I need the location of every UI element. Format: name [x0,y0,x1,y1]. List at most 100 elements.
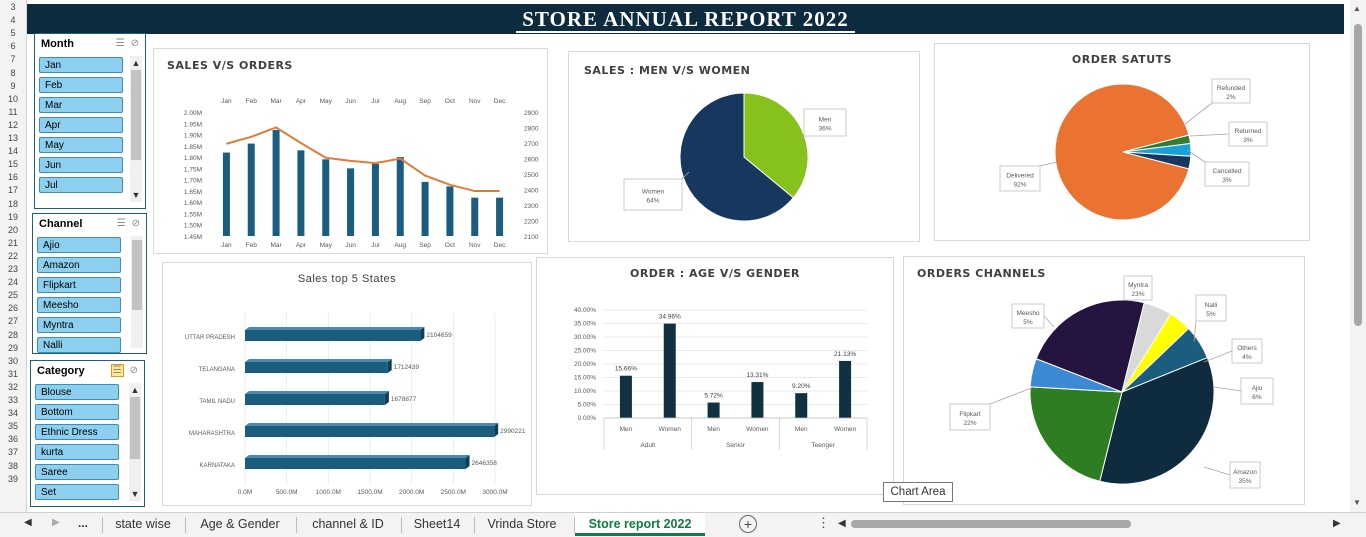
slicer-item-ethnic-dress[interactable]: Ethnic Dress [35,424,119,440]
channel-slicer[interactable]: Channel ☰ ⊘ Ajio Amazon Flipkart Meesho Myntr… [32,213,147,354]
hscroll-left-icon[interactable]: ◀ [838,518,846,529]
slicer-item-nalli[interactable]: Nalli [37,337,121,353]
row-number[interactable]: 20 [0,225,26,235]
scroll-down-icon[interactable]: ▼ [129,489,141,499]
horizontal-scrollbar-thumb[interactable] [851,520,1131,528]
refunded-label: Refunded [1217,85,1246,92]
row-number[interactable]: 29 [0,343,26,353]
row-number[interactable]: 21 [0,238,26,248]
category-slicer-scrollbar[interactable]: ▲ ▼ [129,383,141,501]
row-number[interactable]: 35 [0,421,26,431]
row-number[interactable]: 4 [0,15,26,25]
sheet-tab-state-wise[interactable]: state wise [103,513,183,535]
row-number[interactable]: 9 [0,81,26,91]
row-number[interactable]: 28 [0,330,26,340]
row-number[interactable]: 25 [0,290,26,300]
row-number[interactable]: 37 [0,447,26,457]
sheet-vertical-scrollbar[interactable]: ▲ ▼ [1350,0,1366,512]
row-number[interactable]: 10 [0,94,26,104]
sheet-tab-age-gender[interactable]: Age & Gender [186,513,294,535]
sheet-tab-channel-id[interactable]: channel & ID [297,513,399,535]
sales-gender-chart[interactable]: SALES : MEN V/S WOMEN Men 36% Women 64% [568,51,920,242]
x-axis-tick: 2500.0M [441,489,466,496]
sales-orders-chart[interactable]: SALES V/S ORDERS 2.00M 1.95M 1.90M 1.85M 1.8… [153,48,548,254]
row-number[interactable]: 11 [0,107,26,117]
tab-scroll-left-icon[interactable]: ◀ [24,517,32,528]
row-number[interactable]: 16 [0,172,26,182]
row-number[interactable]: 38 [0,461,26,471]
orders-channels-chart[interactable]: ORDERS CHANNELS Amazon 35% Flipkart 22% Mees… [903,256,1305,505]
sheet-tab-sheet14[interactable]: Sheet14 [402,513,472,535]
women-label: Women [642,189,665,196]
add-sheet-icon[interactable]: + [739,515,757,533]
row-number[interactable]: 15 [0,159,26,169]
age-gender-chart[interactable]: ORDER : AGE V/S GENDER 40.00% 35.00% 30.00… [536,257,894,495]
row-number[interactable]: 34 [0,408,26,418]
channel-slicer-scrollbar[interactable] [131,236,143,348]
scroll-up-icon[interactable]: ▲ [129,385,141,395]
row-number[interactable]: 5 [0,28,26,38]
category-slicer[interactable]: Category ☰ ⊘ Blouse Bottom Ethnic Dress kurt… [30,360,145,507]
row-number[interactable]: 22 [0,251,26,261]
slicer-item-set[interactable]: Set [35,484,119,500]
row-number[interactable]: 32 [0,382,26,392]
slicer-item-feb[interactable]: Feb [39,77,123,93]
multi-select-icon[interactable]: ☰ [117,218,126,229]
row-number[interactable]: 31 [0,369,26,379]
row-number[interactable]: 36 [0,434,26,444]
tab-overflow[interactable]: ... [78,516,88,530]
clear-filter-icon[interactable]: ⊘ [131,38,139,49]
row-number[interactable]: 23 [0,264,26,274]
row-number[interactable]: 19 [0,212,26,222]
slicer-item-ajio[interactable]: Ajio [37,237,121,253]
more-options-icon[interactable]: ⋮ [817,515,830,531]
row-number[interactable]: 30 [0,356,26,366]
order-status-chart[interactable]: ORDER SATUTS Refunded 2% Returned 3% Cancell… [934,43,1310,241]
slicer-item-jan[interactable]: Jan [39,57,123,73]
slicer-item-meesho[interactable]: Meesho [37,297,121,313]
scroll-up-icon[interactable]: ▲ [130,58,142,68]
multi-select-icon[interactable]: ☰ [116,38,125,49]
slicer-item-amazon[interactable]: Amazon [37,257,121,273]
slicer-item-jun[interactable]: Jun [39,157,123,173]
clear-filter-icon[interactable]: ⊘ [130,365,138,376]
top-states-chart[interactable]: Sales top 5 States 0.0M 500.0M 1000.0M 1500… [162,262,532,506]
slicer-item-flipkart[interactable]: Flipkart [37,277,121,293]
row-number[interactable]: 12 [0,120,26,130]
row-number[interactable]: 13 [0,133,26,143]
clear-filter-icon[interactable]: ⊘ [132,218,140,229]
row-number[interactable]: 24 [0,277,26,287]
row-number[interactable]: 6 [0,41,26,51]
scroll-up-icon[interactable]: ▲ [1353,4,1361,13]
tab-scroll-right-icon[interactable]: ▶ [52,517,60,528]
sheet-tab-vrinda-store[interactable]: Vrinda Store [475,513,569,535]
scroll-down-icon[interactable]: ▼ [1353,498,1361,507]
slicer-item-myntra[interactable]: Myntra [37,317,121,333]
row-number[interactable]: 8 [0,68,26,78]
multi-select-icon[interactable]: ☰ [110,364,124,377]
row-number[interactable]: 27 [0,316,26,326]
slicer-item-kurta[interactable]: kurta [35,444,119,460]
row-number[interactable]: 17 [0,185,26,195]
slicer-item-mar[interactable]: Mar [39,97,123,113]
month-slicer-title: Month [41,38,74,50]
slicer-item-saree[interactable]: Saree [35,464,119,480]
scrollbar-thumb[interactable] [1354,24,1362,326]
slicer-item-bottom[interactable]: Bottom [35,404,119,420]
month-slicer[interactable]: Month ☰ ⊘ Jan Feb Mar Apr May Jun Jul ▲ ▼ [34,33,146,209]
row-number[interactable]: 14 [0,146,26,156]
month-slicer-scrollbar[interactable]: ▲ ▼ [130,56,142,202]
slicer-item-apr[interactable]: Apr [39,117,123,133]
row-number[interactable]: 39 [0,474,26,484]
sheet-tab-store-report-2022[interactable]: Store report 2022 [575,513,705,536]
row-number[interactable]: 7 [0,54,26,64]
row-number[interactable]: 26 [0,303,26,313]
slicer-item-jul[interactable]: Jul [39,177,123,193]
row-number[interactable]: 18 [0,199,26,209]
slicer-item-blouse[interactable]: Blouse [35,384,119,400]
row-number[interactable]: 3 [0,2,26,12]
row-number[interactable]: 33 [0,395,26,405]
slicer-item-may[interactable]: May [39,137,123,153]
scroll-down-icon[interactable]: ▼ [130,190,142,200]
hscroll-right-icon[interactable]: ▶ [1333,518,1341,529]
